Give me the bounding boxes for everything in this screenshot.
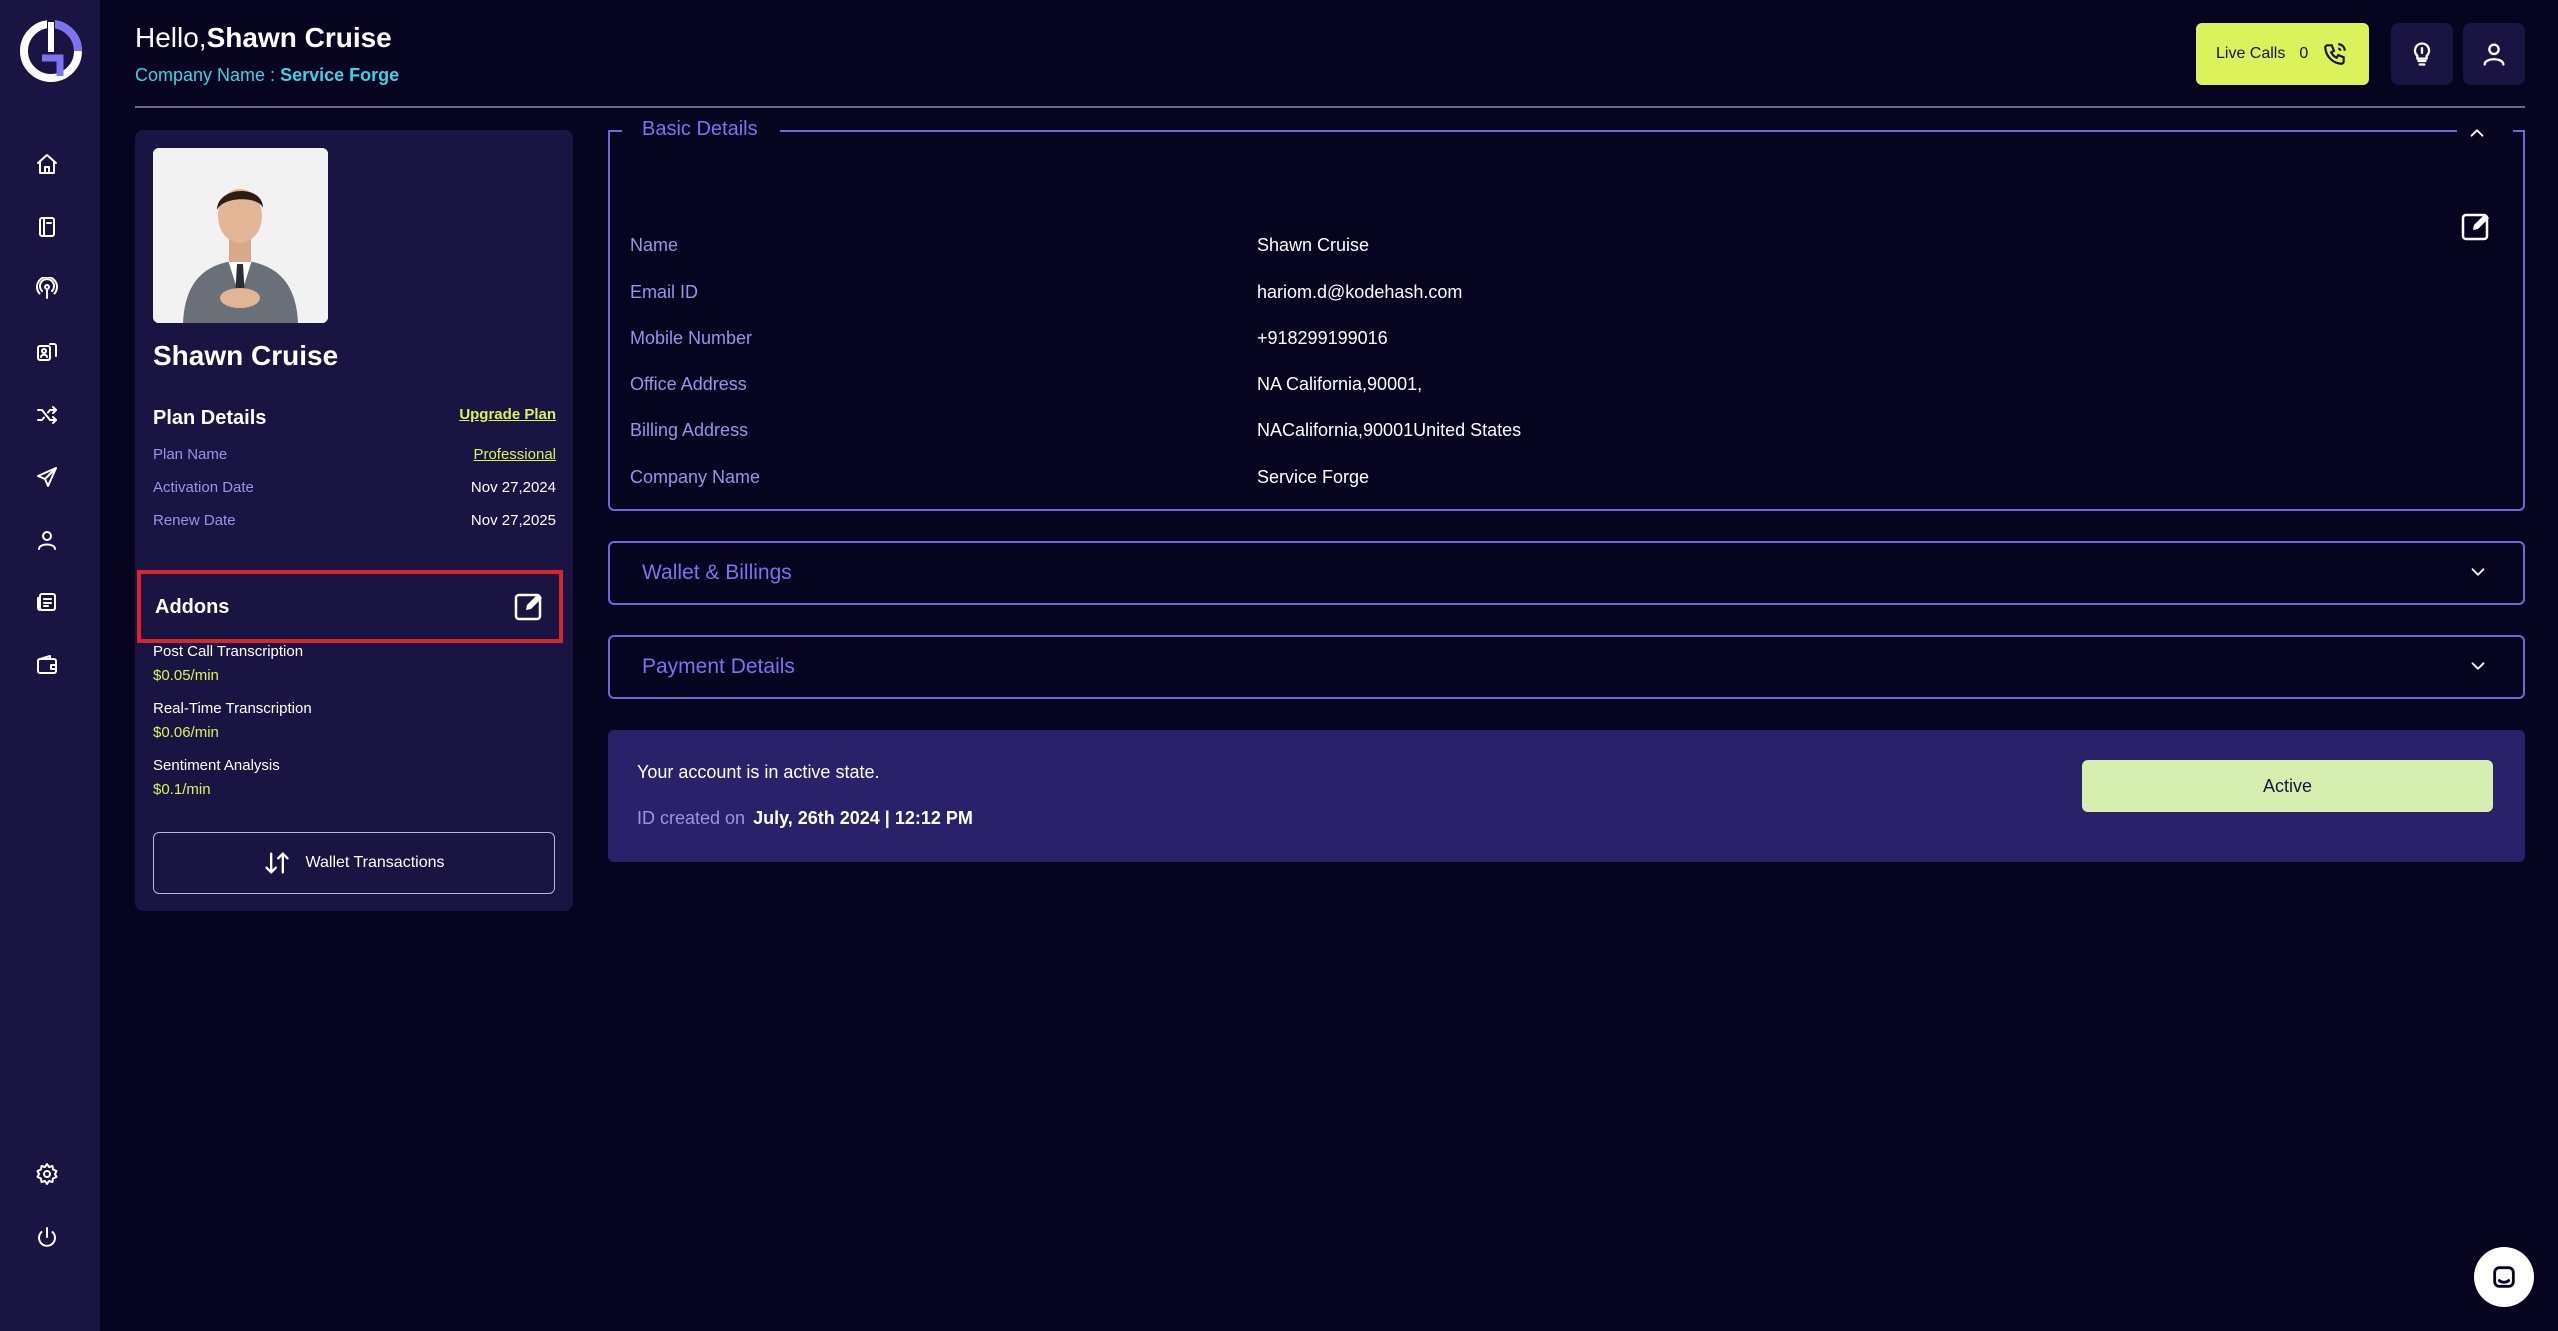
chat-icon (2493, 1266, 2515, 1288)
profile-name: Shawn Cruise (153, 340, 339, 371)
plan-row-activation: Activation Date Nov 27,2024 (153, 479, 556, 496)
addon-name: Real-Time Transcription (153, 700, 312, 717)
gear-icon[interactable] (30, 1157, 64, 1191)
detail-label: Company Name (630, 467, 761, 487)
company-line: Company Name : Service Forge (135, 65, 399, 86)
detail-value: NACalifornia,90001United States (1257, 420, 1522, 440)
sort-arrows-icon (265, 852, 290, 874)
wallet-billings-accordion[interactable]: Wallet & Billings (608, 541, 2525, 605)
plan-row-value: Nov 27,2025 (470, 512, 556, 529)
news-icon[interactable] (30, 585, 64, 619)
app-logo[interactable] (18, 18, 84, 84)
plan-row-label: Renew Date (153, 512, 236, 529)
detail-label: Billing Address (630, 420, 749, 440)
company-label: Company Name : (135, 65, 276, 85)
account-status-text: Your account is in active state. (637, 762, 880, 782)
phone-icon (2324, 43, 2347, 65)
basic-details-border (780, 130, 2457, 132)
addon-price: $0.05/min (153, 667, 219, 684)
greeting-user-name: Shawn Cruise (206, 22, 392, 53)
greeting: Hello,Shawn Cruise (135, 22, 392, 54)
addons-title: Addons (155, 596, 230, 618)
notifications-button[interactable] (2391, 23, 2453, 85)
account-status-panel: Your account is in active state. ID crea… (608, 730, 2525, 862)
send-icon[interactable] (30, 460, 64, 494)
chat-launcher-button[interactable] (2474, 1247, 2534, 1307)
wallet-icon[interactable] (30, 648, 64, 682)
detail-label: Mobile Number (630, 328, 753, 348)
home-icon[interactable] (30, 147, 64, 181)
chevron-up-icon[interactable] (2466, 122, 2492, 144)
book-icon[interactable] (30, 210, 64, 244)
basic-details-title: Basic Details (642, 118, 758, 140)
plan-row-label: Activation Date (153, 479, 254, 496)
chevron-down-icon (2467, 561, 2493, 587)
wallet-transactions-label: Wallet Transactions (305, 854, 445, 871)
detail-label: Name (630, 235, 679, 255)
addon-price: $0.1/min (153, 781, 211, 798)
live-calls-count: 0 (2299, 45, 2309, 62)
company-name: Service Forge (280, 65, 400, 85)
plan-row-label: Plan Name (153, 446, 228, 463)
detail-value: Service Forge (1257, 467, 1370, 487)
app-root: Hello,Shawn Cruise Company Name : Servic… (0, 0, 2558, 1331)
upgrade-plan-link[interactable]: Upgrade Plan (459, 406, 556, 423)
profile-button[interactable] (2463, 23, 2525, 85)
addon-name: Sentiment Analysis (153, 757, 280, 774)
sidebar (0, 0, 100, 1331)
live-calls-label: Live Calls (2216, 45, 2286, 62)
chevron-down-icon (2467, 655, 2493, 681)
basic-details-panel (608, 130, 2525, 511)
accordion-title: Payment Details (642, 655, 795, 678)
detail-value: +918299199016 (1257, 328, 1388, 348)
basic-details-border (2513, 130, 2525, 132)
accordion-title: Wallet & Billings (642, 561, 792, 584)
addon-name: Post Call Transcription (153, 643, 304, 660)
created-value: July, 26th 2024 | 12:12 PM (753, 808, 973, 828)
greeting-prefix: Hello, (135, 22, 207, 53)
detail-value: Shawn Cruise (1257, 235, 1370, 255)
power-icon[interactable] (30, 1220, 64, 1254)
plan-details-title: Plan Details (153, 407, 267, 429)
live-calls-button[interactable]: Live Calls 0 (2196, 23, 2369, 85)
plan-row-value: Nov 27,2024 (470, 479, 556, 496)
wallet-transactions-button[interactable]: Wallet Transactions (153, 832, 555, 894)
plan-row-renew: Renew Date Nov 27,2025 (153, 512, 556, 529)
contacts-icon[interactable] (30, 335, 64, 369)
edit-addons-icon[interactable] (513, 590, 545, 622)
shuffle-icon[interactable] (30, 398, 64, 432)
created-label: ID created on (637, 808, 746, 828)
payment-details-accordion[interactable]: Payment Details (608, 635, 2525, 699)
detail-value: NA California,90001, (1257, 374, 1423, 394)
detail-value: hariom.d@kodehash.com (1257, 282, 1463, 302)
detail-label: Email ID (630, 282, 699, 302)
detail-label: Office Address (630, 374, 747, 394)
plan-name-link[interactable]: Professional (473, 446, 556, 463)
bulb-icon (2413, 42, 2431, 66)
header-divider (135, 106, 2525, 108)
active-status-button[interactable]: Active (2082, 760, 2493, 812)
avatar (153, 148, 328, 323)
basic-details-border (608, 130, 622, 132)
profile-card: Shawn Cruise Plan Details Upgrade Plan P… (135, 130, 573, 911)
user-icon[interactable] (30, 523, 64, 557)
plan-row-name: Plan Name Professional (153, 446, 556, 463)
podcast-icon[interactable] (30, 272, 64, 306)
user-icon (2483, 43, 2505, 66)
created-date-line: ID created on July, 26th 2024 | 12:12 PM (637, 808, 973, 829)
addons-header: Addons (137, 570, 563, 643)
edit-details-icon[interactable] (2460, 210, 2492, 242)
addon-price: $0.06/min (153, 724, 219, 741)
